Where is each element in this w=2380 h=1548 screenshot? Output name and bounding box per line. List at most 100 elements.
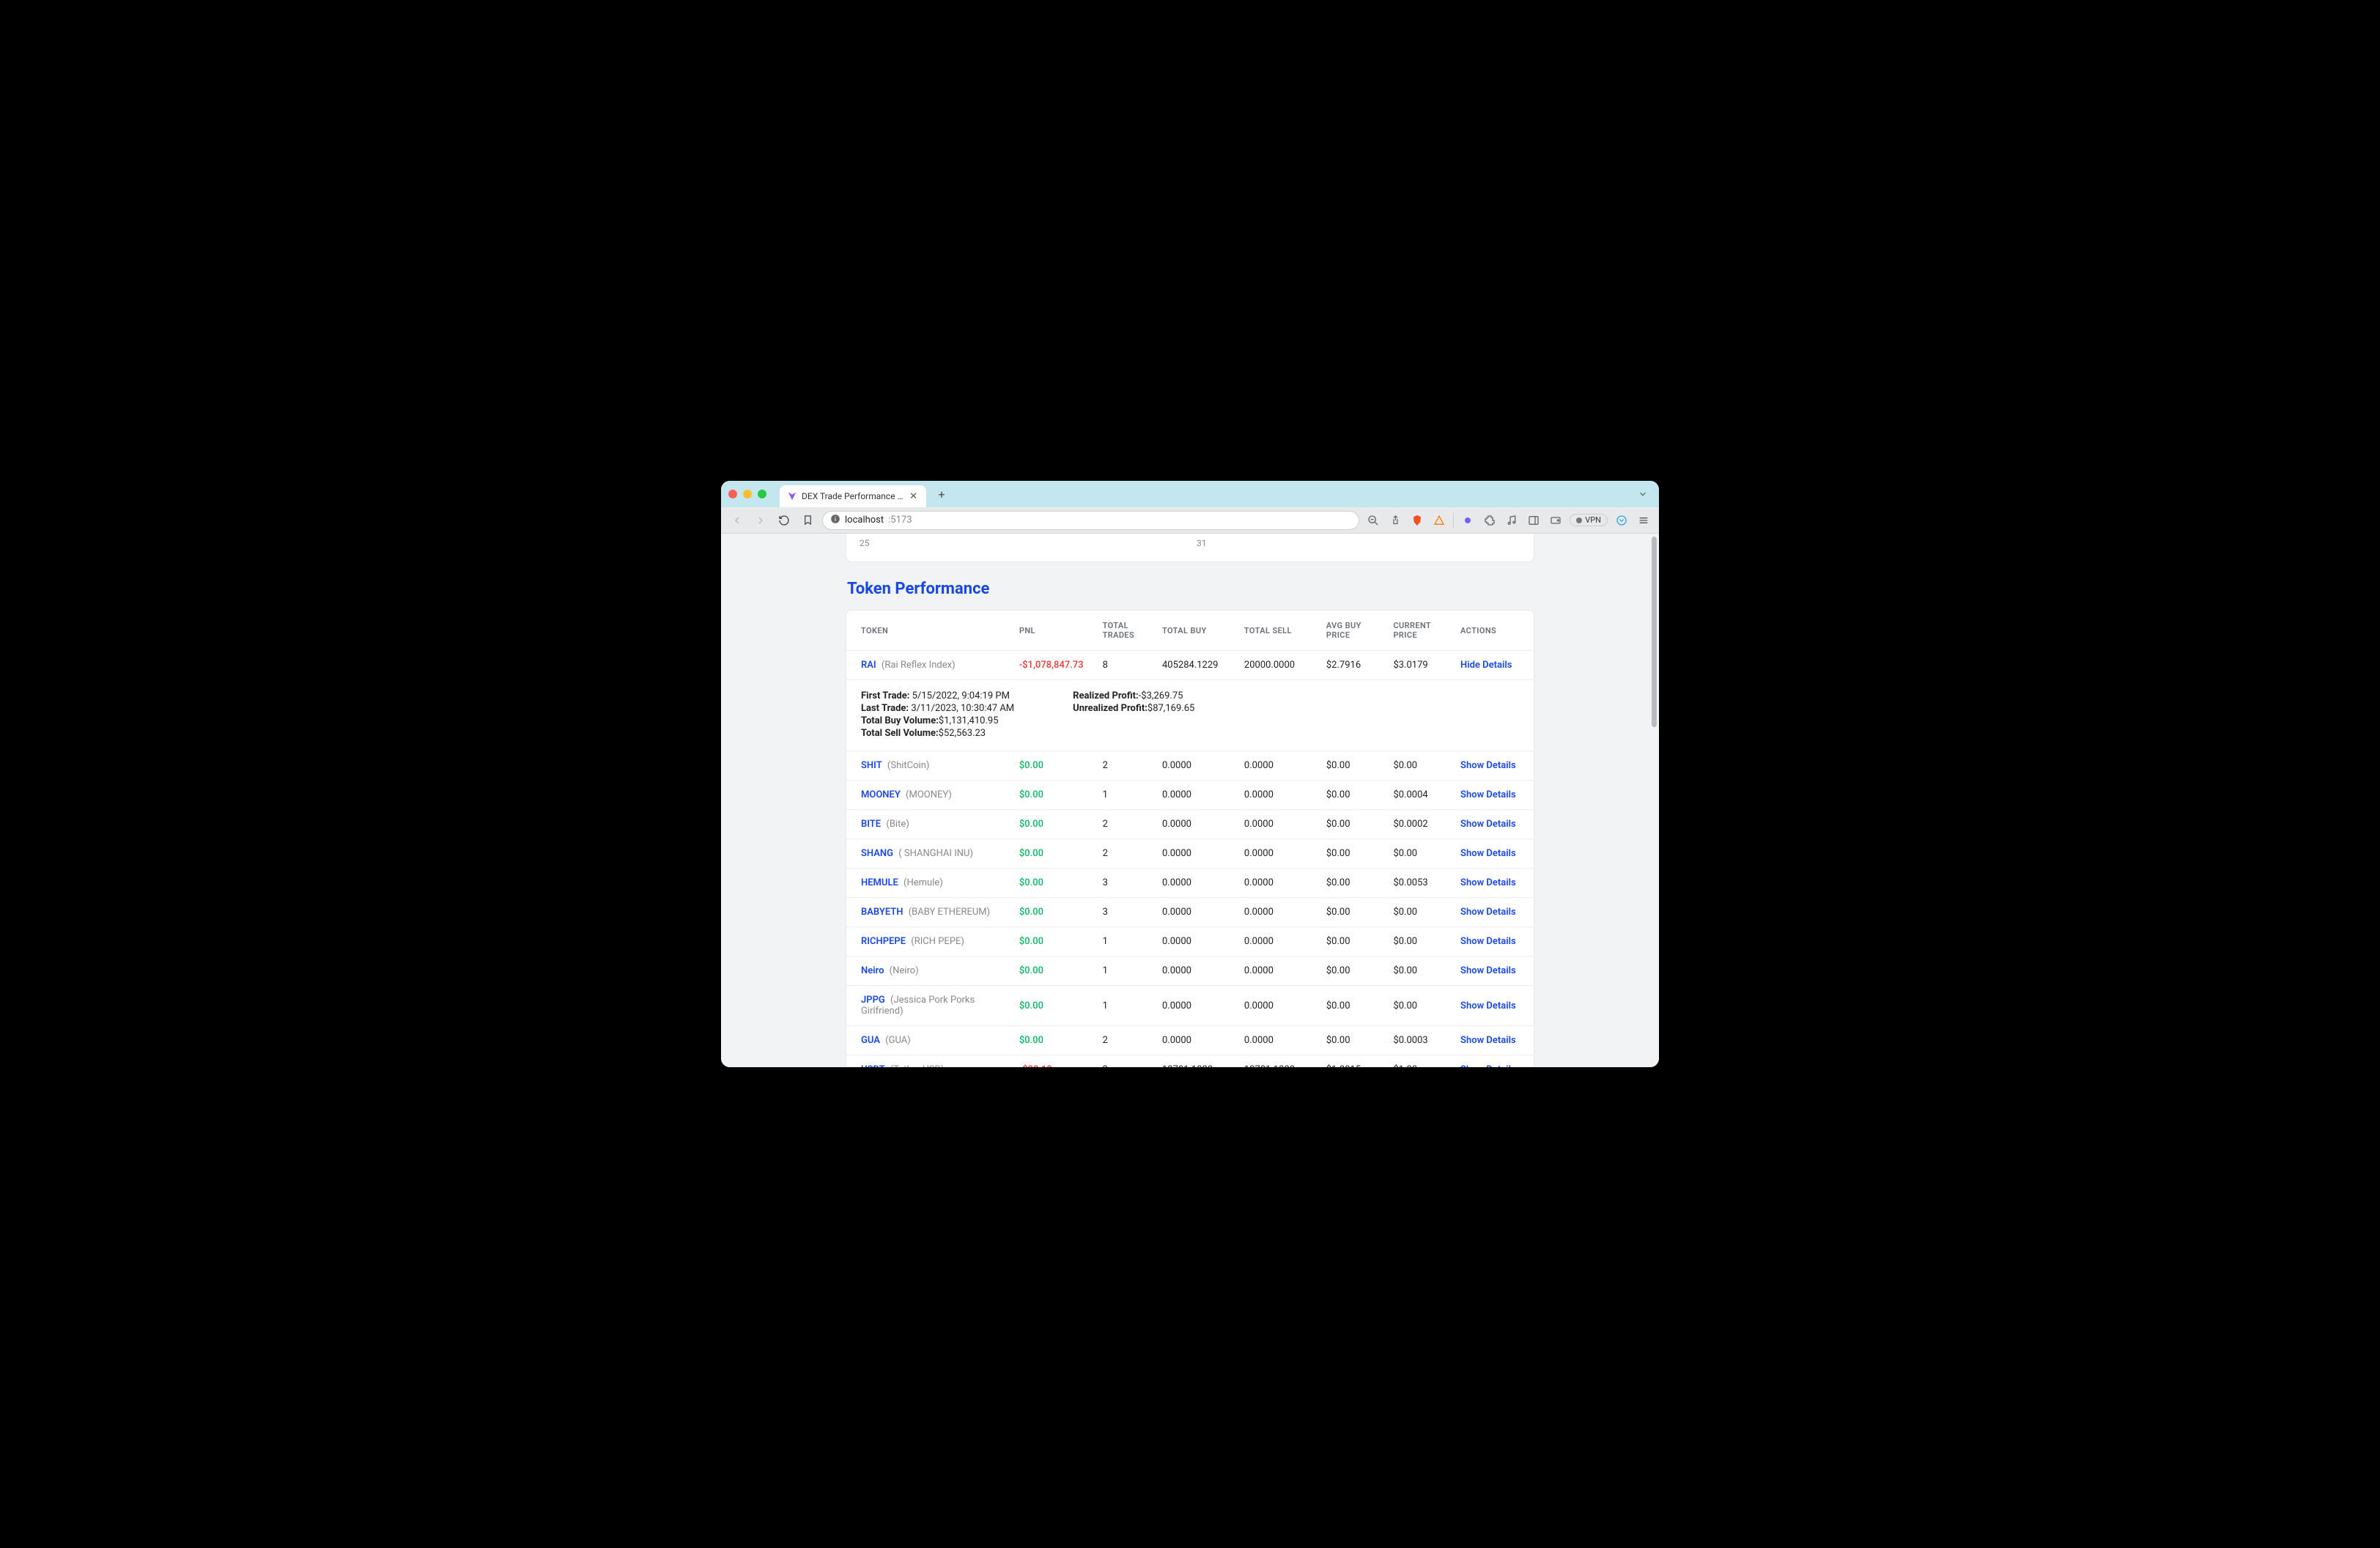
maximize-window-button[interactable]: [758, 490, 766, 498]
extension-icon-1[interactable]: [1460, 512, 1476, 528]
zoom-out-icon[interactable]: [1365, 512, 1381, 528]
token-symbol[interactable]: SHIT: [861, 760, 882, 771]
cell-total-trades: 1: [1094, 781, 1153, 810]
cell-current-price: $0.00: [1384, 898, 1452, 927]
token-symbol[interactable]: MOONEY: [861, 789, 901, 800]
share-icon[interactable]: [1387, 512, 1403, 528]
partial-value-left: 25: [860, 538, 1197, 548]
col-avg-buy-price[interactable]: AVG BUY PRICE: [1318, 611, 1385, 651]
back-button[interactable]: [728, 512, 746, 529]
cell-total-buy: 0.0000: [1153, 1026, 1235, 1055]
tab-close-icon[interactable]: ✕: [908, 491, 919, 502]
cell-current-price: $0.0003: [1384, 1026, 1452, 1055]
col-token[interactable]: TOKEN: [846, 611, 1010, 651]
cell-total-sell: 0.0000: [1235, 986, 1318, 1026]
token-symbol[interactable]: BITE: [861, 819, 881, 830]
forward-button[interactable]: [752, 512, 769, 529]
last-trade-label: Last Trade:: [861, 703, 909, 714]
sidebar-icon[interactable]: [1526, 512, 1542, 528]
col-total-buy[interactable]: TOTAL BUY: [1153, 611, 1235, 651]
cell-current-price: $0.00: [1384, 751, 1452, 781]
show-details-link[interactable]: Show Details: [1460, 965, 1516, 976]
cell-total-trades: 1: [1094, 957, 1153, 986]
vpn-label: VPN: [1585, 515, 1601, 525]
cell-total-sell: 0.0000: [1235, 898, 1318, 927]
show-details-link[interactable]: Show Details: [1460, 1000, 1516, 1011]
hide-details-link[interactable]: Hide Details: [1460, 660, 1512, 671]
unrealized-profit-value: $87,169.65: [1148, 703, 1194, 714]
new-tab-button[interactable]: +: [932, 484, 951, 504]
cell-avg-buy-price: $0.00: [1318, 986, 1385, 1026]
bookmark-button[interactable]: [799, 512, 816, 529]
show-details-link[interactable]: Show Details: [1460, 789, 1516, 800]
token-symbol[interactable]: JPPG: [861, 995, 885, 1006]
page-viewport[interactable]: 25 31 Token Performance TOKEN PNL TOTAL …: [721, 534, 1659, 1067]
cell-pnl: -$22.19: [1010, 1055, 1094, 1068]
token-symbol[interactable]: BABYETH: [861, 907, 903, 918]
cell-total-sell: 0.0000: [1235, 839, 1318, 869]
extensions-icon[interactable]: [1482, 512, 1498, 528]
partial-value-right: 31: [1197, 538, 1207, 548]
token-symbol[interactable]: GUA: [861, 1035, 880, 1046]
brave-shields-icon[interactable]: [1409, 512, 1425, 528]
url-bar[interactable]: localhost:5173: [822, 511, 1359, 530]
media-icon[interactable]: [1504, 512, 1520, 528]
vertical-scrollbar[interactable]: [1652, 537, 1657, 1064]
token-symbol[interactable]: RAI: [861, 660, 876, 671]
tab-overflow-button[interactable]: [1634, 485, 1652, 503]
col-current-price[interactable]: CURRENT PRICE: [1384, 611, 1452, 651]
wallet-icon[interactable]: [1548, 512, 1564, 528]
cell-total-trades: 8: [1094, 651, 1153, 680]
show-details-link[interactable]: Show Details: [1460, 877, 1516, 888]
col-pnl[interactable]: PNL: [1010, 611, 1094, 651]
token-name: (BABY ETHEREUM): [906, 907, 990, 918]
minimize-window-button[interactable]: [743, 490, 752, 498]
table-row: RAI (Rai Reflex Index)-$1,078,847.738405…: [846, 651, 1534, 680]
cell-total-buy: 0.0000: [1153, 810, 1235, 839]
cell-current-price: $1.00: [1384, 1055, 1452, 1068]
token-symbol[interactable]: SHANG: [861, 848, 893, 859]
profile-icon[interactable]: [1614, 512, 1630, 528]
browser-tab[interactable]: DEX Trade Performance Anal ✕: [780, 485, 926, 507]
cell-pnl: $0.00: [1010, 781, 1094, 810]
table-row: BABYETH (BABY ETHEREUM)$0.0030.00000.000…: [846, 898, 1534, 927]
cell-avg-buy-price: $0.00: [1318, 869, 1385, 898]
table-row: MOONEY (MOONEY)$0.0010.00000.0000$0.00$0…: [846, 781, 1534, 810]
table-row: HEMULE (Hemule)$0.0030.00000.0000$0.00$0…: [846, 869, 1534, 898]
show-details-link[interactable]: Show Details: [1460, 1035, 1516, 1046]
show-details-link[interactable]: Show Details: [1460, 936, 1516, 947]
vpn-button[interactable]: VPN: [1570, 514, 1608, 526]
scrollbar-thumb[interactable]: [1652, 537, 1657, 727]
brave-rewards-icon[interactable]: [1431, 512, 1447, 528]
show-details-link[interactable]: Show Details: [1460, 1064, 1516, 1067]
cell-total-buy: 0.0000: [1153, 869, 1235, 898]
col-total-sell[interactable]: TOTAL SELL: [1235, 611, 1318, 651]
hamburger-menu-icon[interactable]: [1636, 512, 1652, 528]
col-actions: ACTIONS: [1452, 611, 1534, 651]
show-details-link[interactable]: Show Details: [1460, 848, 1516, 859]
cell-total-trades: 2: [1094, 810, 1153, 839]
close-window-button[interactable]: [728, 490, 737, 498]
cell-total-sell: 13701.1000: [1235, 1055, 1318, 1068]
show-details-link[interactable]: Show Details: [1460, 819, 1516, 830]
site-info-icon[interactable]: [830, 514, 840, 527]
col-total-trades[interactable]: TOTAL TRADES: [1094, 611, 1153, 651]
reload-button[interactable]: [775, 512, 793, 529]
token-symbol[interactable]: USDT: [861, 1064, 885, 1067]
cell-current-price: $0.0004: [1384, 781, 1452, 810]
cell-avg-buy-price: $0.00: [1318, 839, 1385, 869]
token-name: (Rai Reflex Index): [879, 660, 956, 671]
show-details-link[interactable]: Show Details: [1460, 907, 1516, 918]
cell-total-trades: 3: [1094, 898, 1153, 927]
tab-title: DEX Trade Performance Anal: [802, 491, 903, 501]
total-sell-vol-value: $52,563.23: [939, 728, 986, 739]
token-symbol[interactable]: RICHPEPE: [861, 936, 906, 947]
cell-total-buy: 0.0000: [1153, 986, 1235, 1026]
cell-current-price: $0.0002: [1384, 810, 1452, 839]
cell-total-buy: 0.0000: [1153, 927, 1235, 957]
token-symbol[interactable]: HEMULE: [861, 877, 898, 888]
table-row: RICHPEPE (RICH PEPE)$0.0010.00000.0000$0…: [846, 927, 1534, 957]
show-details-link[interactable]: Show Details: [1460, 760, 1516, 771]
token-symbol[interactable]: Neiro: [861, 965, 884, 976]
cell-total-buy: 13701.1000: [1153, 1055, 1235, 1068]
